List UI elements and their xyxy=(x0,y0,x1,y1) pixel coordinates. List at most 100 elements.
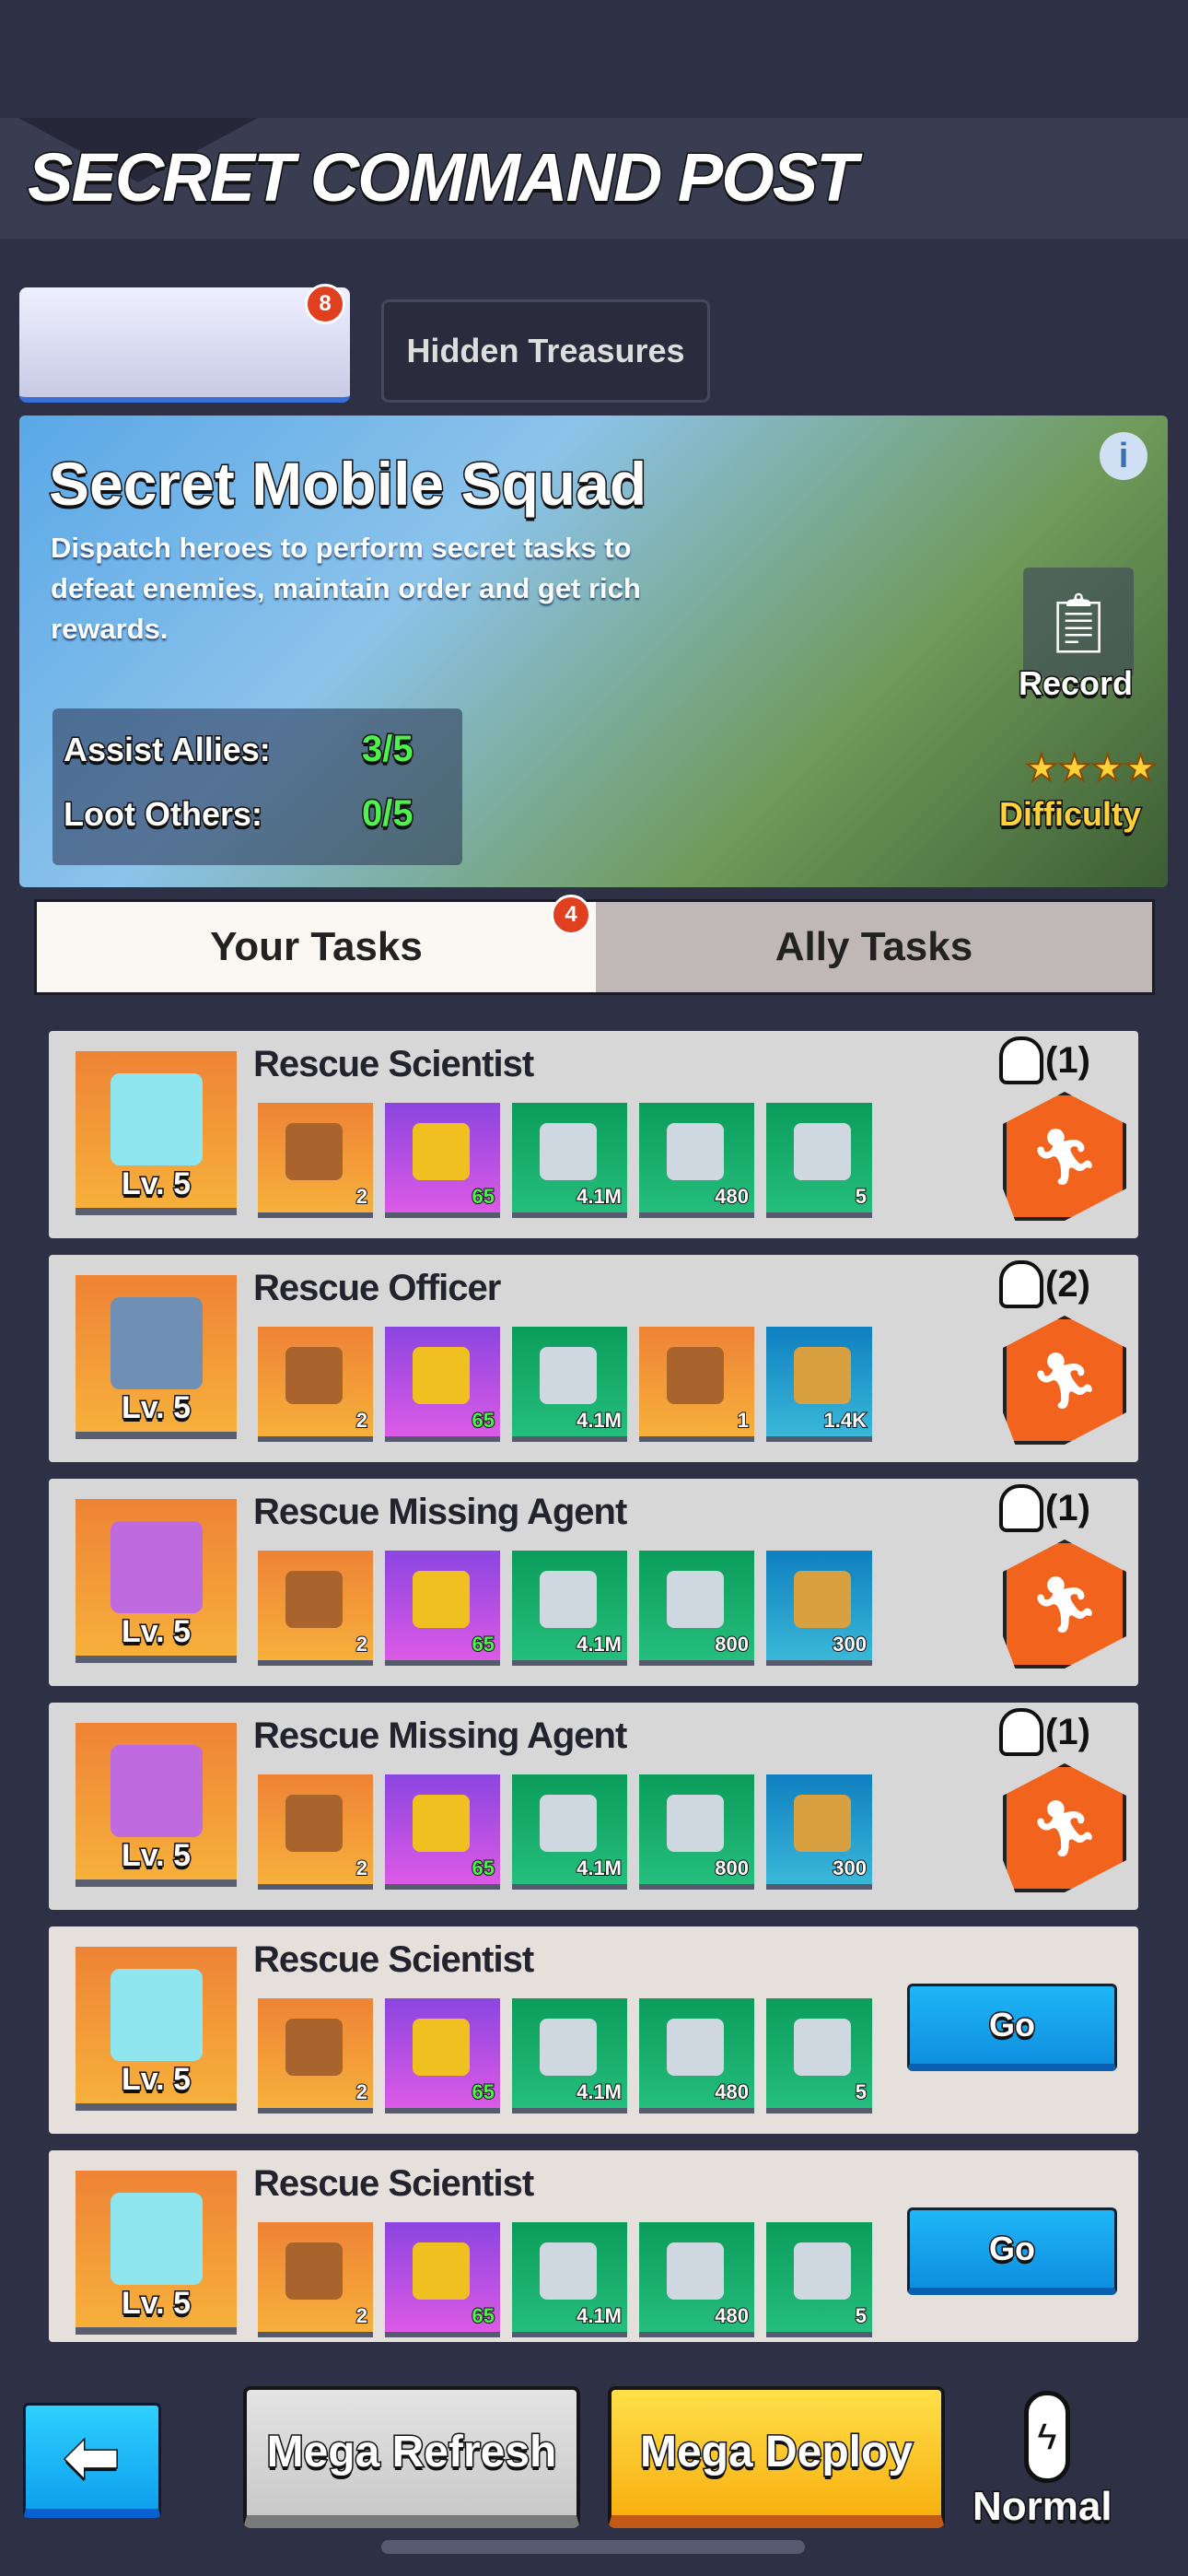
tab-hidden-treasures[interactable]: Hidden Treasures xyxy=(381,299,710,403)
reward-item[interactable]: 2 xyxy=(258,1998,373,2113)
task-icon: Lv. 5 xyxy=(76,1499,237,1663)
reward-item[interactable]: 800 xyxy=(639,1774,754,1890)
reward-item[interactable]: 2 xyxy=(258,1327,373,1442)
reward-item[interactable]: 5 xyxy=(766,2222,872,2337)
reward-count: 5 xyxy=(855,2303,868,2328)
go-button[interactable]: Go xyxy=(907,2207,1117,2295)
reward-item[interactable]: 65 xyxy=(385,2222,500,2337)
task-title: Rescue Scientist xyxy=(253,2163,534,2204)
reward-item[interactable]: 480 xyxy=(639,1998,754,2113)
mega-deploy-button[interactable]: Mega Deploy xyxy=(608,2386,945,2528)
blueprint-icon xyxy=(111,2193,203,2285)
reward-item[interactable]: 300 xyxy=(766,1551,872,1666)
task-level: Lv. 5 xyxy=(121,1837,192,1875)
reward-item[interactable]: 4.1M xyxy=(512,1103,627,1218)
back-button[interactable]: ⬅︎ xyxy=(23,2403,161,2518)
reward-item[interactable]: 1 xyxy=(639,1327,754,1442)
reward-item[interactable]: 4.1M xyxy=(512,1551,627,1666)
reward-item[interactable]: 4.1M xyxy=(512,1774,627,1890)
reward-item[interactable]: 65 xyxy=(385,1103,500,1218)
task-level: Lv. 5 xyxy=(121,2061,192,2099)
assist-allies-label: Assist Allies: xyxy=(63,730,273,770)
reward-icon xyxy=(413,1795,470,1852)
task-icon: Lv. 5 xyxy=(76,1275,237,1439)
reward-count: 480 xyxy=(714,2079,750,2104)
reward-item[interactable]: 65 xyxy=(385,1774,500,1890)
task-level: Lv. 5 xyxy=(121,1165,192,1203)
assist-button[interactable]: 🏃︎ xyxy=(1003,1763,1126,1892)
reward-icon xyxy=(540,2242,597,2300)
folder-icon xyxy=(111,1745,203,1837)
reward-count: 1 xyxy=(737,1408,750,1433)
reward-item[interactable]: 4.1M xyxy=(512,1327,627,1442)
assist-button[interactable]: 🏃︎ xyxy=(1003,1540,1126,1669)
helpers-count: (2) xyxy=(999,1260,1090,1308)
go-button[interactable]: Go xyxy=(907,1984,1117,2071)
reward-item[interactable]: 5 xyxy=(766,1998,872,2113)
reward-icon xyxy=(540,1571,597,1628)
stats-panel: Assist Allies: 3/5 Loot Others: 0/5 xyxy=(52,708,462,865)
reward-icon xyxy=(285,2242,343,2300)
reward-count: 4.1M xyxy=(576,1408,623,1433)
clipboard-icon: 📋︎ xyxy=(1041,589,1116,656)
info-icon[interactable]: i xyxy=(1100,432,1147,480)
reward-item[interactable]: 1.4K xyxy=(766,1327,872,1442)
reward-item[interactable]: 4.1M xyxy=(512,1998,627,2113)
assist-button[interactable]: 🏃︎ xyxy=(1003,1316,1126,1445)
reward-item[interactable]: 2 xyxy=(258,1551,373,1666)
assist-button[interactable]: 🏃︎ xyxy=(1003,1092,1126,1221)
reward-count: 2 xyxy=(355,1184,368,1209)
reward-item[interactable]: 300 xyxy=(766,1774,872,1890)
person-icon xyxy=(999,1260,1043,1308)
reward-icon xyxy=(667,1795,724,1852)
reward-item[interactable]: 800 xyxy=(639,1551,754,1666)
task-title: Rescue Missing Agent xyxy=(253,1715,627,1756)
reward-icon xyxy=(667,1571,724,1628)
person-icon xyxy=(999,1708,1043,1756)
task-icon: Lv. 5 xyxy=(76,2171,237,2335)
tab-mobile-squad[interactable]: 8 xyxy=(19,284,350,645)
record-label: Record xyxy=(1017,663,1134,704)
reward-item[interactable]: 65 xyxy=(385,1998,500,2113)
reward-icon xyxy=(285,2019,343,2076)
reward-icon xyxy=(285,1347,343,1404)
reward-item[interactable]: 65 xyxy=(385,1327,500,1442)
task-icon: Lv. 5 xyxy=(76,1051,237,1215)
mega-refresh-button[interactable]: Mega Refresh xyxy=(243,2386,580,2528)
task-title: Rescue Scientist xyxy=(253,1939,534,1980)
tab-ally-tasks[interactable]: Ally Tasks xyxy=(596,902,1152,992)
helpers-count: (1) xyxy=(999,1708,1090,1756)
task-level: Lv. 5 xyxy=(121,1389,192,1427)
helpers-label: (1) xyxy=(1045,1039,1090,1081)
lightning-mode-icon[interactable]: ϟ xyxy=(1024,2391,1070,2483)
blueprint-icon xyxy=(111,1969,203,2061)
reward-item[interactable]: 2 xyxy=(258,2222,373,2337)
task-title: Rescue Officer xyxy=(253,1268,501,1308)
running-person-icon: 🏃︎ xyxy=(1029,1797,1101,1859)
helpers-label: (1) xyxy=(1045,1711,1090,1752)
person-icon xyxy=(999,1484,1043,1532)
reward-item[interactable]: 65 xyxy=(385,1551,500,1666)
reward-count: 65 xyxy=(471,2079,495,2104)
reward-count: 300 xyxy=(832,1856,868,1880)
reward-count: 4.1M xyxy=(576,1632,623,1657)
reward-item[interactable]: 480 xyxy=(639,2222,754,2337)
task-card: Lv. 5 Rescue Missing Agent 2 65 4.1M 800 300 (… xyxy=(49,1703,1138,1910)
reward-item[interactable]: 480 xyxy=(639,1103,754,1218)
tab-your-tasks[interactable]: Your Tasks xyxy=(37,902,596,992)
reward-item[interactable]: 5 xyxy=(766,1103,872,1218)
reward-item[interactable]: 4.1M xyxy=(512,2222,627,2337)
running-person-icon: 🏃︎ xyxy=(1029,1349,1101,1411)
notification-badge: 8 xyxy=(305,284,345,324)
reward-icon xyxy=(285,1123,343,1180)
mode-label[interactable]: Normal xyxy=(972,2483,1114,2531)
reward-icon xyxy=(540,1347,597,1404)
squad-banner: Secret Mobile Squad Dispatch heroes to p… xyxy=(19,416,1168,887)
reward-count: 480 xyxy=(714,2303,750,2328)
reward-item[interactable]: 2 xyxy=(258,1774,373,1890)
reward-item[interactable]: 2 xyxy=(258,1103,373,1218)
reward-count: 2 xyxy=(355,1632,368,1657)
home-indicator xyxy=(381,2540,805,2554)
reward-count: 300 xyxy=(832,1632,868,1657)
record-button[interactable]: 📋︎ xyxy=(1023,568,1134,678)
